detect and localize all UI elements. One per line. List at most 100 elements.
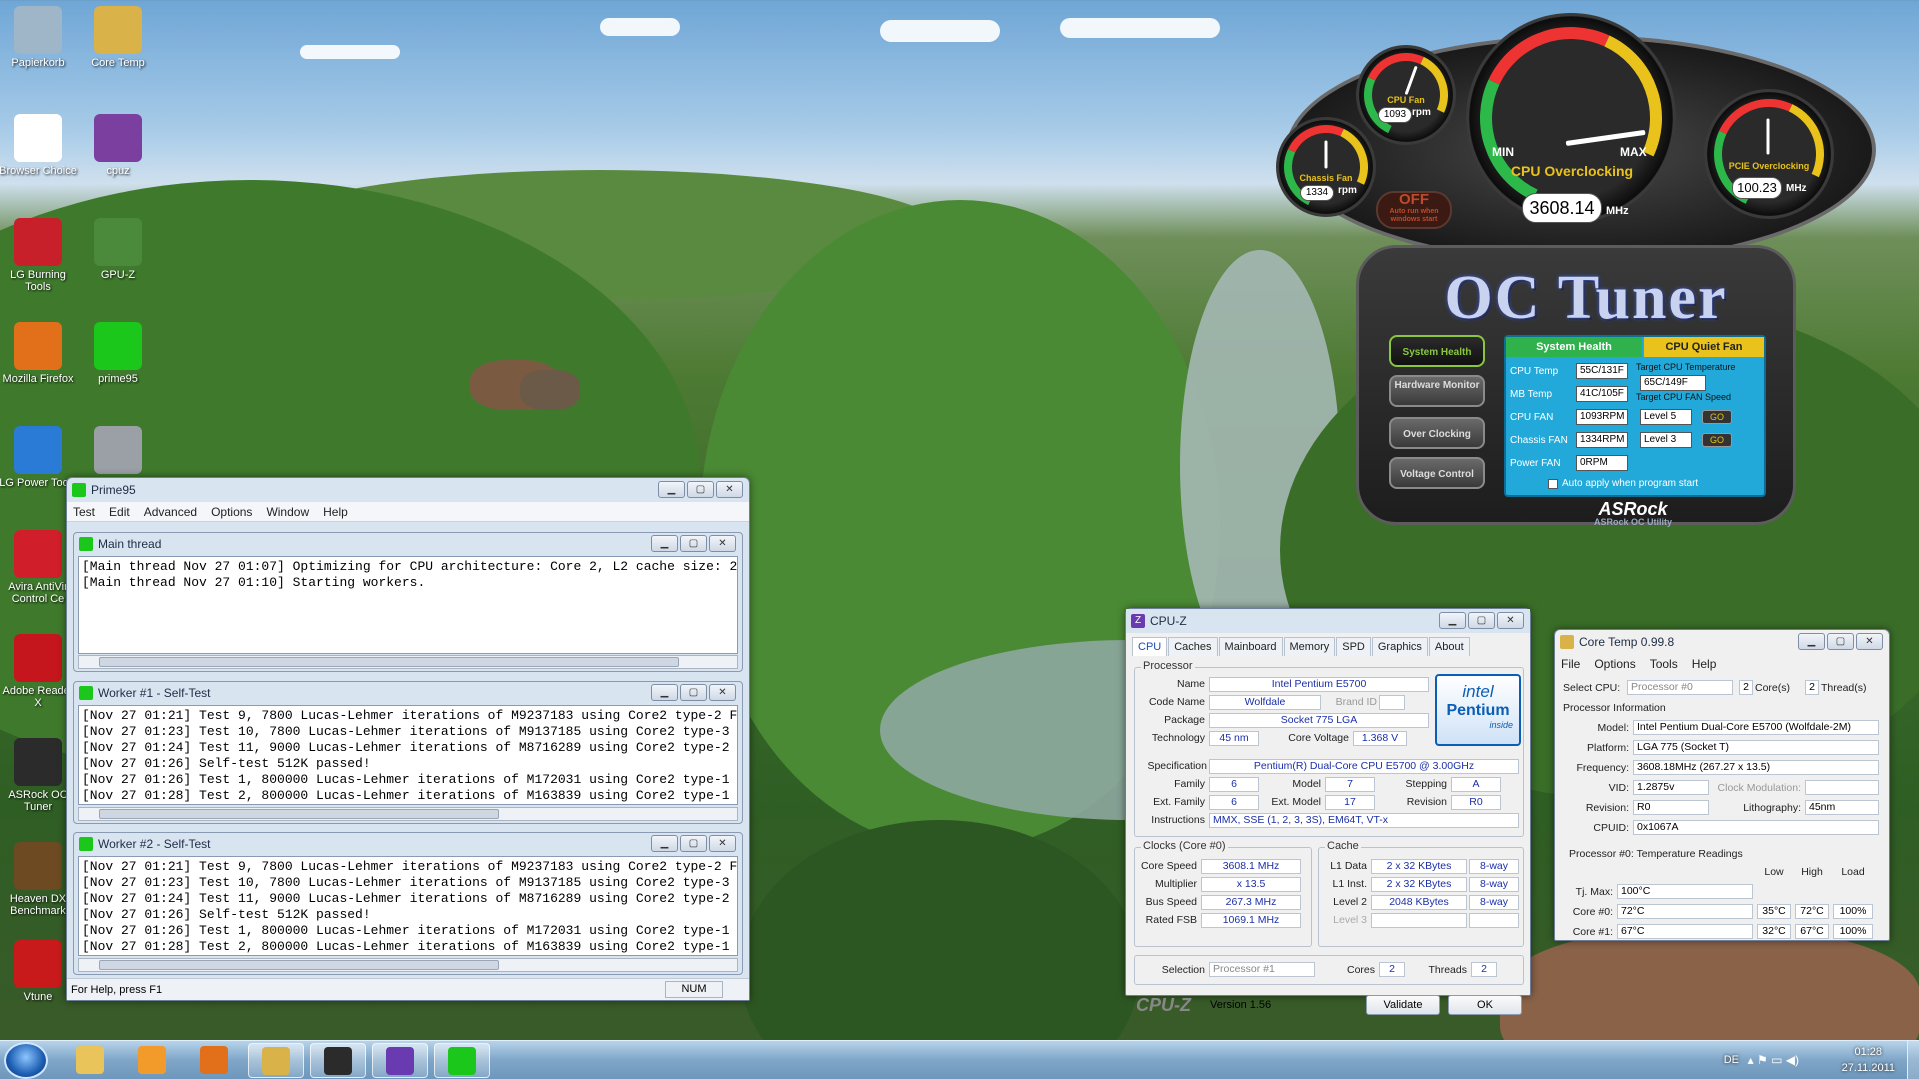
cpu-fan-go-button[interactable]: GO [1702,410,1732,424]
desktop-icon[interactable] [78,426,158,477]
desktop-icon[interactable]: LG Burning Tools [0,218,78,293]
worker1-window[interactable]: Worker #1 - Self-Test ▁ ▢ ✕ [Nov 27 01:2… [73,681,743,824]
over-clocking-button[interactable]: Over Clocking [1389,417,1485,449]
clock[interactable]: 01:28 27.11.2011 [1842,1044,1895,1076]
worker1-titlebar[interactable]: Worker #1 - Self-Test ▁ ▢ ✕ [74,682,742,704]
tab-about[interactable]: About [1428,637,1470,656]
menu-item[interactable]: Help [323,502,348,521]
select-cpu-dropdown[interactable]: Processor #0 [1627,680,1733,695]
gpuz-icon [94,218,142,266]
show-desktop-button[interactable] [1907,1041,1919,1079]
prime95-icon [79,837,93,851]
menu-item[interactable]: File [1561,654,1580,674]
maximize-button[interactable]: ▢ [1468,612,1495,629]
desktop-icon[interactable]: GPU-Z [78,218,158,281]
core0-label: Core #0: [1572,906,1613,918]
desktop-icon[interactable]: cpuz [78,114,158,177]
menu-item[interactable]: Options [211,502,252,521]
close-button[interactable]: ✕ [1497,612,1524,629]
tab-memory[interactable]: Memory [1283,637,1336,656]
taskbar-item[interactable] [434,1043,490,1078]
taskbar-item[interactable] [186,1043,242,1078]
core-temp-window[interactable]: Core Temp 0.99.8 ▁ ▢ ✕ File Options Tools H… [1554,629,1890,941]
validate-button[interactable]: Validate [1366,995,1440,1015]
desktop-icon[interactable]: Mozilla Firefox [0,322,78,385]
menu-item[interactable]: Window [266,502,309,521]
taskbar-item[interactable] [372,1043,428,1078]
desktop-icon[interactable]: prime95 [78,322,158,385]
tab-cpu[interactable]: CPU [1132,637,1168,656]
worker2-titlebar[interactable]: Worker #2 - Self-Test ▁ ▢ ✕ [74,833,742,855]
menu-item[interactable]: Test [73,502,95,521]
start-button[interactable] [4,1042,48,1079]
desktop-icon-label: Papierkorb [11,57,65,69]
menu-item[interactable]: Options [1594,654,1635,674]
platform-label: Platform: [1586,742,1629,754]
hardware-monitor-button[interactable]: Hardware Monitor [1389,375,1485,407]
tab-system-health[interactable]: System Health [1506,337,1642,357]
auto-apply-checkbox[interactable] [1548,479,1558,489]
processor-select[interactable]: Processor #1 [1209,962,1315,977]
main-thread-window[interactable]: Main thread ▁ ▢ ✕ [Main thread Nov 27 01… [73,532,743,672]
cpuz-titlebar[interactable]: Z CPU-Z ▁ ▢ ✕ [1126,609,1530,633]
desktop-icon[interactable]: Papierkorb [0,6,78,69]
taskbar-item[interactable] [310,1043,366,1078]
close-button[interactable]: ✕ [709,835,736,852]
taskbar-item[interactable] [124,1043,180,1078]
cpuz-tabs: CPU Caches Mainboard Memory SPD Graphics About [1126,633,1530,656]
tray-icons[interactable]: ▴ ⚑ ▭ ◀) [1748,1053,1799,1067]
tab-spd[interactable]: SPD [1336,637,1371,656]
maximize-button[interactable]: ▢ [680,835,707,852]
processor-group-label: Processor [1141,660,1195,672]
cpu-fan-level-select[interactable]: Level 5 [1640,409,1692,425]
maximize-button[interactable]: ▢ [1827,633,1854,650]
desktop-icon[interactable]: Core Temp [78,6,158,69]
core0-temp: 72°C [1617,904,1753,919]
minimize-button[interactable]: ▁ [658,481,685,498]
chassis-fan-level-select[interactable]: Level 3 [1640,432,1692,448]
taskbar-item[interactable] [62,1043,118,1078]
tab-graphics[interactable]: Graphics [1371,637,1428,656]
taskbar-item[interactable] [248,1043,304,1078]
menu-item[interactable]: Advanced [144,502,197,521]
minimize-button[interactable]: ▁ [651,535,678,552]
minimize-button[interactable]: ▁ [1798,633,1825,650]
minimize-button[interactable]: ▁ [1439,612,1466,629]
ok-button[interactable]: OK [1448,995,1522,1015]
horizontal-scrollbar[interactable] [78,807,738,821]
system-health-button[interactable]: System Health [1389,335,1485,367]
main-thread-titlebar[interactable]: Main thread ▁ ▢ ✕ [74,533,742,555]
core-temp-titlebar[interactable]: Core Temp 0.99.8 ▁ ▢ ✕ [1555,630,1889,654]
minimize-button[interactable]: ▁ [651,684,678,701]
cpu-temp-value: 55C/131F [1576,363,1628,379]
maximize-button[interactable]: ▢ [680,684,707,701]
worker2-window[interactable]: Worker #2 - Self-Test ▁ ▢ ✕ [Nov 27 01:2… [73,832,743,975]
log-line: [Main thread Nov 27 01:07] Optimizing fo… [82,559,738,574]
tab-mainboard[interactable]: Mainboard [1218,637,1283,656]
close-button[interactable]: ✕ [709,535,736,552]
close-button[interactable]: ✕ [1856,633,1883,650]
desktop-icon[interactable]: Browser Choice [0,114,78,177]
voltage-control-button[interactable]: Voltage Control [1389,457,1485,489]
log-line: [Nov 27 01:26] Self-test 512K passed! [82,907,371,922]
tab-cpu-quiet-fan[interactable]: CPU Quiet Fan [1644,337,1764,357]
tab-caches[interactable]: Caches [1168,637,1218,656]
menu-item[interactable]: Help [1692,654,1717,674]
clocks-group-label: Clocks (Core #0) [1141,840,1228,852]
maximize-button[interactable]: ▢ [687,481,714,498]
revision-label: Revision: [1585,802,1629,814]
chassis-fan-go-button[interactable]: GO [1702,433,1732,447]
prime95-window[interactable]: Prime95 ▁ ▢ ✕ Test Edit Advanced Options Win… [66,477,750,1001]
menu-item[interactable]: Edit [109,502,130,521]
menu-item[interactable]: Tools [1650,654,1678,674]
minimize-button[interactable]: ▁ [651,835,678,852]
oc-tuner-window[interactable]: OC Tuner CPU Fan 1093 rpm Chassis Fan 13… [1246,1,1896,535]
close-button[interactable]: ✕ [709,684,736,701]
prime95-titlebar[interactable]: Prime95 ▁ ▢ ✕ [67,478,749,502]
horizontal-scrollbar[interactable] [78,655,738,669]
horizontal-scrollbar[interactable] [78,958,738,972]
maximize-button[interactable]: ▢ [680,535,707,552]
language-indicator[interactable]: DE [1724,1052,1739,1068]
cpuz-window[interactable]: Z CPU-Z ▁ ▢ ✕ CPU Caches Mainboard Memory SP… [1125,608,1531,1015]
close-button[interactable]: ✕ [716,481,743,498]
